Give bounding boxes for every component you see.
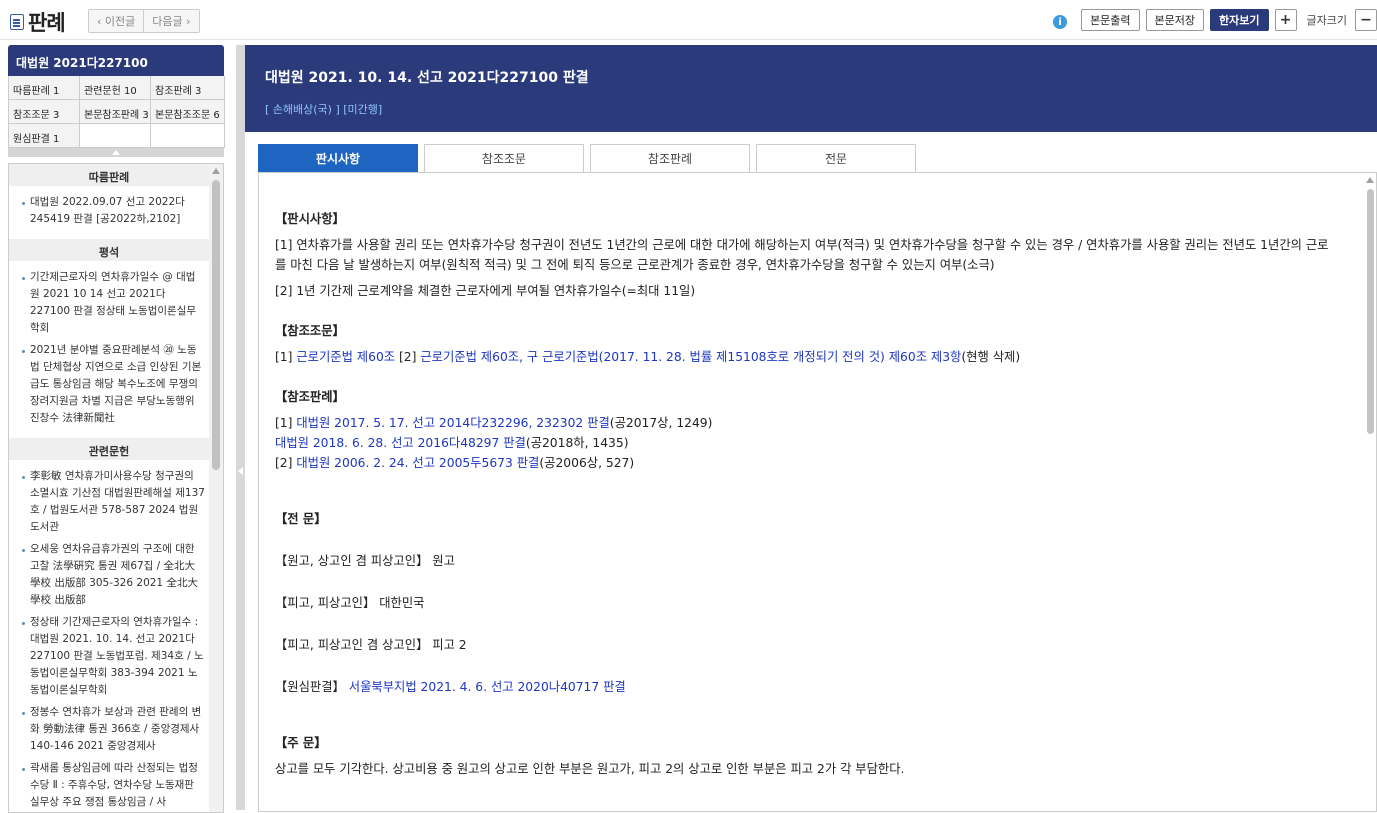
section-heading-statutes: 【참조조문】: [275, 324, 345, 338]
collapse-toggle[interactable]: [8, 148, 224, 157]
order-text: 상고를 모두 기각한다. 상고비용 중 원고의 상고로 인한 부분은 원고가, …: [275, 762, 905, 776]
statute-number: [1]: [275, 350, 297, 364]
precedent-line: [2] 대법원 2006. 2. 24. 선고 2005두5673 판결(공20…: [275, 453, 1337, 473]
scrollbar-thumb[interactable]: [212, 180, 220, 470]
case-title: 대법원 2021. 10. 14. 선고 2021다227100 판결: [265, 70, 589, 86]
grid-following-cases[interactable]: 따름판례 1: [9, 76, 80, 100]
grid-empty-cell: [80, 124, 151, 148]
section-heading-order: 【주 문】: [275, 736, 327, 750]
lower-court-line: 【원심판결】 서울북부지법 2021. 4. 6. 선고 2020나40717 …: [275, 677, 1337, 697]
print-button[interactable]: 본문출력: [1081, 9, 1140, 31]
lower-court-label: 【원심판결】: [275, 680, 349, 694]
sidebar-case-title: 대법원 2021다227100: [8, 45, 224, 76]
main-content: 대법원 2021. 10. 14. 선고 2021다227100 판결 [ 손해…: [245, 45, 1377, 812]
sidebar: 대법원 2021다227100 따름판례 1 관련문헌 10 참조판례 3 참조…: [8, 45, 225, 813]
tab-reference-cases[interactable]: 참조판례: [590, 144, 750, 172]
holding-item: [2] 1년 기간제 근로계약을 체결한 근로자에게 부여될 연차휴가일수(=최…: [275, 284, 696, 298]
precedent-number: [1]: [275, 416, 297, 430]
toolbar: i 본문출력 본문저장 한자보기 + 글자크기 −: [1053, 9, 1377, 31]
grid-reference-cases[interactable]: 참조판례 3: [151, 76, 225, 100]
statute-link[interactable]: 근로기준법 제60조: [296, 350, 395, 364]
grid-reference-statutes[interactable]: 참조조문 3: [9, 100, 80, 124]
precedent-citation: (공2018하, 1435): [525, 436, 629, 450]
top-header: 판례 ‹ 이전글 다음글 › i 본문출력 본문저장 한자보기 + 글자크기 −: [0, 0, 1377, 40]
grid-empty-cell: [151, 124, 225, 148]
font-decrease-button[interactable]: −: [1355, 9, 1377, 31]
prev-button[interactable]: ‹ 이전글: [89, 10, 144, 32]
case-subtitle: [ 손해배상(국) ] [미간행]: [265, 103, 383, 116]
sidebar-sections: 따름판례대법원 2022.09.07 선고 2022다245419 판결 [공2…: [9, 164, 209, 812]
grid-related-literature[interactable]: 관련문헌 10: [80, 76, 151, 100]
sidebar-list-item[interactable]: 대법원 2022.09.07 선고 2022다245419 판결 [공2022하…: [17, 194, 205, 228]
next-button[interactable]: 다음글 ›: [143, 10, 199, 32]
sidebar-list-item[interactable]: 오세웅 연차유급휴가권의 구조에 대한 고찰 法學硏究 통권 제67집 / 全北…: [17, 541, 205, 609]
sidebar-list-item[interactable]: 李彰敏 연차휴가미사용수당 청구권의 소멸시효 기산점 대법원판례해설 제137…: [17, 468, 205, 536]
grid-text-reference-cases[interactable]: 본문참조판례 3: [80, 100, 151, 124]
holding-item: [1] 연차휴가를 사용할 권리 또는 연차휴가수당 청구권이 전년도 1년간의…: [275, 238, 1329, 272]
grid-text-reference-statutes[interactable]: 본문참조조문 6: [151, 100, 225, 124]
panel-splitter[interactable]: [236, 45, 245, 810]
sidebar-list-item[interactable]: 곽새롬 통상임금에 따라 산정되는 법정수당 Ⅱ : 주휴수당, 연차수당 노동…: [17, 760, 205, 811]
sidebar-list-item[interactable]: 정상태 기간제근로자의 연차휴가일수 : 대법원 2021. 10. 14. 선…: [17, 614, 205, 699]
tab-full-text[interactable]: 전문: [756, 144, 916, 172]
statute-link[interactable]: 근로기준법 제60조, 구 근로기준법(2017. 11. 28. 법률 제15…: [420, 350, 961, 364]
statutes-line: [1] 근로기준법 제60조 [2] 근로기준법 제60조, 구 근로기준법(2…: [275, 347, 1337, 367]
sidebar-section-list: 기간제근로자의 연차휴가일수 @ 대법원 2021 10 14 선고 2021다…: [9, 261, 209, 438]
statute-note: (현행 삭제): [961, 350, 1021, 364]
sidebar-scrollbar[interactable]: [209, 164, 223, 812]
content-tabs: 판시사항 참조조문 참조판례 전문: [258, 144, 916, 172]
sidebar-list-item[interactable]: 기간제근로자의 연차휴가일수 @ 대법원 2021 10 14 선고 2021다…: [17, 269, 205, 337]
sidebar-list-item[interactable]: 2021년 분야별 중요판례분석 ⑳ 노동법 단체협상 지연으로 소급 인상된 …: [17, 342, 205, 427]
party-defendant-appellant: 【피고, 피상고인 겸 상고인】 피고 2: [275, 638, 467, 652]
sidebar-section-heading: 따름판례: [9, 164, 209, 186]
font-size-label: 글자크기: [1306, 14, 1347, 27]
logo-text: 판례: [28, 11, 66, 35]
scroll-up-icon[interactable]: [212, 168, 220, 174]
logo: 판례: [10, 7, 66, 37]
prev-next-nav: ‹ 이전글 다음글 ›: [88, 9, 200, 33]
sidebar-section-heading: 관련문헌: [9, 438, 209, 460]
scrollbar-thumb[interactable]: [1367, 189, 1374, 434]
sidebar-list-item[interactable]: 정봉수 연차휴가 보상과 관련 판례의 변화 勞動法律 통권 366호 / 중앙…: [17, 704, 205, 755]
section-heading-full-text: 【전 문】: [275, 512, 327, 526]
party-defendant: 【피고, 피상고인】 대한민국: [275, 596, 425, 610]
precedent-link[interactable]: 대법원 2018. 6. 28. 선고 2016다48297 판결: [275, 436, 526, 450]
precedent-line: [1] 대법원 2017. 5. 17. 선고 2014다232296, 232…: [275, 413, 1337, 433]
case-banner: 대법원 2021. 10. 14. 선고 2021다227100 판결 [ 손해…: [245, 45, 1377, 132]
save-button[interactable]: 본문저장: [1145, 9, 1205, 31]
scroll-up-icon[interactable]: [1366, 177, 1374, 183]
document-text: 【판시사항】 [1] 연차휴가를 사용할 권리 또는 연차휴가수당 청구권이 전…: [259, 173, 1359, 779]
tab-reference-statutes[interactable]: 참조조문: [424, 144, 584, 172]
statute-number: [2]: [395, 350, 421, 364]
section-heading-precedents: 【참조판례】: [275, 390, 345, 404]
related-counts-grid: 따름판례 1 관련문헌 10 참조판례 3 참조조문 3 본문참조판례 3 본문…: [8, 76, 225, 148]
document-icon: [10, 14, 24, 30]
font-increase-button[interactable]: +: [1274, 9, 1297, 31]
precedent-line: 대법원 2018. 6. 28. 선고 2016다48297 판결(공2018하…: [275, 433, 1337, 453]
precedent-link[interactable]: 대법원 2006. 2. 24. 선고 2005두5673 판결: [296, 456, 539, 470]
precedent-citation: (공2017상, 1249): [609, 416, 713, 430]
document-scrollbar[interactable]: [1364, 173, 1376, 811]
lower-court-link[interactable]: 서울북부지법 2021. 4. 6. 선고 2020나40717 판결: [349, 680, 626, 694]
tab-holdings[interactable]: 판시사항: [258, 144, 418, 172]
hanja-view-button[interactable]: 한자보기: [1210, 9, 1269, 31]
info-icon[interactable]: i: [1053, 15, 1068, 29]
grid-lower-court-judgment[interactable]: 원심판결 1: [9, 124, 80, 148]
sidebar-section-heading: 평석: [9, 239, 209, 261]
document-body: 【판시사항】 [1] 연차휴가를 사용할 권리 또는 연차휴가수당 청구권이 전…: [258, 172, 1377, 812]
precedent-link[interactable]: 대법원 2017. 5. 17. 선고 2014다232296, 232302 …: [296, 416, 609, 430]
precedent-number: [2]: [275, 456, 297, 470]
section-heading-holdings: 【판시사항】: [275, 212, 345, 226]
related-list-panel: 따름판례대법원 2022.09.07 선고 2022다245419 판결 [공2…: [8, 163, 224, 813]
party-plaintiff: 【원고, 상고인 겸 피상고인】 원고: [275, 554, 455, 568]
sidebar-section-list: 대법원 2022.09.07 선고 2022다245419 판결 [공2022하…: [9, 186, 209, 239]
sidebar-section-list: 李彰敏 연차휴가미사용수당 청구권의 소멸시효 기산점 대법원판례해설 제137…: [9, 460, 209, 812]
precedent-citation: (공2006상, 527): [539, 456, 635, 470]
